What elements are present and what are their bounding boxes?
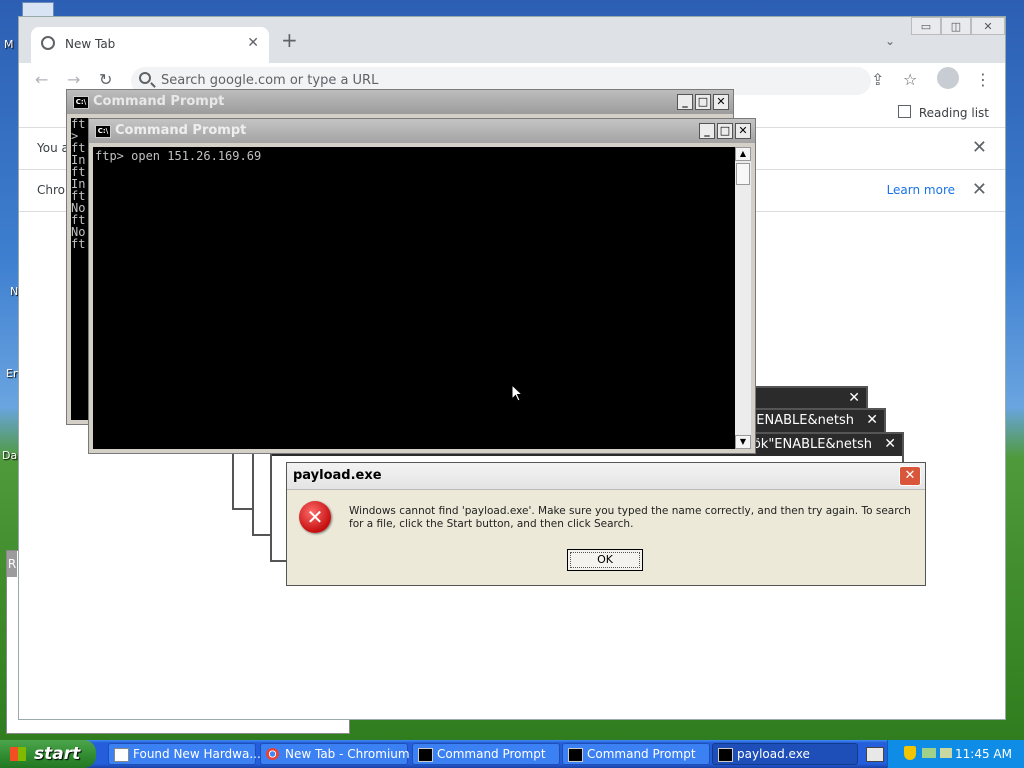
safely-remove-icon[interactable] [940, 748, 952, 758]
share-icon[interactable]: ⇪ [871, 71, 884, 89]
maximize-button[interactable]: □ [717, 123, 733, 139]
minimize-button[interactable]: _ [677, 94, 693, 110]
error-icon: ✕ [299, 501, 331, 533]
cmd-icon [418, 748, 433, 762]
maximize-button[interactable]: □ [695, 94, 711, 110]
title-bar[interactable]: payload.exe ✕ [287, 463, 925, 490]
taskbar: start Found New Hardwa... New Tab - Chro… [0, 740, 1024, 768]
title-bar[interactable]: C:\ Command Prompt _ □ ✕ [67, 90, 733, 114]
scroll-thumb[interactable] [736, 163, 750, 185]
console-line: ftp> open 151.26.169.69 [95, 149, 262, 163]
close-icon[interactable]: ✕ [848, 390, 860, 406]
infobar-message: You a [37, 141, 69, 155]
forward-icon[interactable]: → [67, 71, 80, 89]
tab-strip: New Tab ✕ + ⌄ ▭ ◫ ✕ [19, 17, 1005, 63]
windows-logo-icon [10, 747, 26, 761]
cmd-icon [568, 748, 583, 762]
tab-title: New Tab [65, 37, 116, 51]
keyboard-icon[interactable] [866, 747, 884, 762]
reading-list-label: Reading list [918, 106, 989, 120]
start-label: start [34, 744, 81, 764]
dialog-title: payload.exe [293, 468, 382, 483]
globe-icon [41, 36, 55, 50]
tab-new-tab[interactable]: New Tab ✕ [31, 27, 269, 63]
new-tab-button[interactable]: + [281, 30, 298, 50]
taskbar-item-label: payload.exe [737, 747, 810, 761]
vertical-scrollbar[interactable]: ▲ ▼ [735, 147, 751, 449]
cmd-icon: C:\ [73, 96, 89, 109]
taskbar-item-label: Found New Hardwa... [133, 747, 261, 761]
infobar-close-icon[interactable]: ✕ [972, 179, 987, 200]
taskbar-item-label: New Tab - Chromium [285, 747, 410, 761]
tab-search-button[interactable]: ⌄ [885, 34, 895, 48]
omnibox-placeholder: Search google.com or type a URL [161, 73, 379, 88]
start-button[interactable]: start [0, 740, 96, 768]
network-icon[interactable] [922, 748, 936, 758]
close-button[interactable]: ✕ [735, 123, 751, 139]
learn-more-link[interactable]: Learn more [887, 183, 955, 197]
desktop-icon-label[interactable]: M [4, 38, 14, 51]
window-title: Command Prompt [93, 94, 225, 109]
window-title: Command Prompt [115, 123, 247, 138]
reading-list-button[interactable]: Reading list [897, 105, 989, 120]
infobar-close-icon[interactable]: ✕ [972, 137, 987, 158]
title-bar[interactable]: C:\ Command Prompt _ □ ✕ [89, 119, 755, 143]
desktop-icon-label[interactable]: Da [2, 449, 17, 462]
cmd-icon: C:\ [95, 125, 111, 138]
back-icon[interactable]: ← [35, 71, 48, 89]
reload-icon[interactable]: ↻ [99, 71, 112, 89]
bookmark-star-icon[interactable]: ☆ [903, 71, 917, 89]
menu-icon[interactable]: ⋮ [975, 71, 991, 89]
desktop-icon-label[interactable]: N [10, 285, 18, 298]
close-button[interactable]: ✕ [899, 466, 921, 486]
tab-close-icon[interactable]: ✕ [247, 35, 259, 51]
close-button[interactable]: ✕ [971, 17, 1005, 35]
taskbar-item-label: Command Prompt [587, 747, 696, 761]
taskbar-item-payload-exe[interactable]: payload.exe [712, 743, 858, 765]
chromium-icon [266, 748, 279, 760]
search-icon [139, 72, 151, 84]
taskbar-item-command-prompt-1[interactable]: Command Prompt [412, 743, 560, 765]
close-button[interactable]: ✕ [713, 94, 729, 110]
window-title-fragment: R [7, 551, 17, 577]
taskbar-item-chromium[interactable]: New Tab - Chromium [260, 743, 410, 765]
mouse-cursor-icon [511, 384, 523, 402]
hardware-icon [114, 748, 129, 762]
error-dialog[interactable]: payload.exe ✕ ✕ Windows cannot find 'pay… [286, 462, 926, 586]
taskbar-item-label: Command Prompt [437, 747, 546, 761]
cmd-icon [718, 748, 733, 762]
restore-button[interactable]: ◫ [941, 17, 971, 35]
minimize-button[interactable]: _ [699, 123, 715, 139]
dialog-message: Windows cannot find 'payload.exe'. Make … [349, 505, 911, 530]
security-shield-icon[interactable] [904, 746, 916, 760]
close-icon[interactable]: ✕ [866, 412, 878, 428]
scroll-down-button[interactable]: ▼ [735, 435, 751, 449]
profile-avatar[interactable] [937, 67, 959, 89]
clock[interactable]: 11:45 AM [955, 747, 1012, 761]
taskbar-item-found-new-hardware[interactable]: Found New Hardwa... [108, 743, 261, 765]
command-prompt-window-front[interactable]: C:\ Command Prompt _ □ ✕ ftp> open 151.2… [88, 118, 756, 454]
reading-list-icon [897, 105, 911, 118]
minimize-button[interactable]: ▭ [911, 17, 941, 35]
taskbar-item-command-prompt-2[interactable]: Command Prompt [562, 743, 710, 765]
window-title: ök"ENABLE&netsh [752, 437, 872, 452]
system-tray: 11:45 AM [887, 740, 1024, 768]
ok-button[interactable]: OK [567, 549, 643, 571]
close-icon[interactable]: ✕ [884, 436, 896, 452]
scroll-up-button[interactable]: ▲ [735, 147, 751, 161]
console-output[interactable]: ftp> open 151.26.169.69 [93, 147, 735, 449]
